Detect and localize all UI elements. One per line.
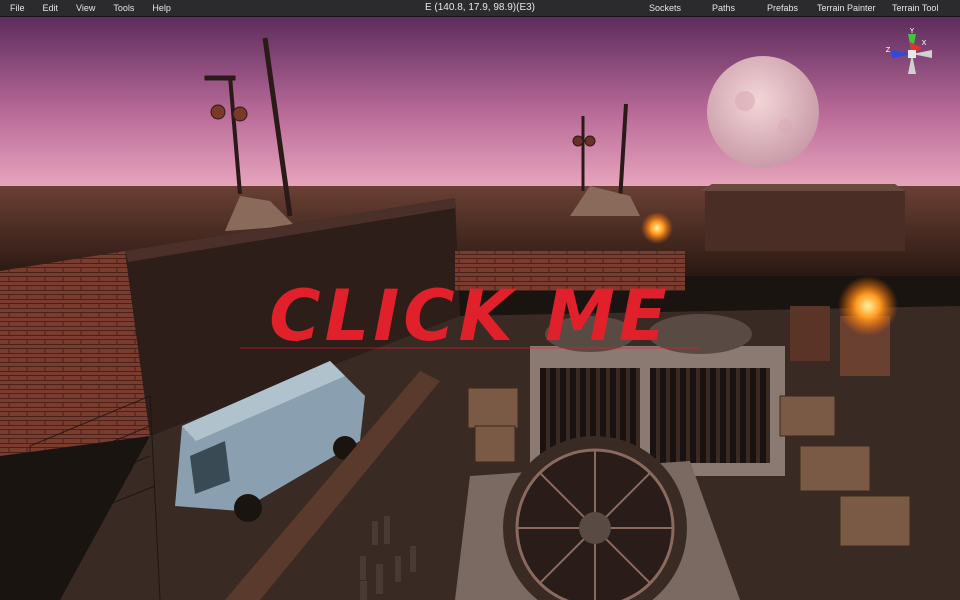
menu-view[interactable]: View [76,0,95,16]
brick-wall-left [0,251,150,456]
menu-bar: File Edit View Tools Help E (140.8, 17.9… [0,0,960,17]
moon [707,56,819,168]
gizmo-x-label: X [922,39,927,47]
click-me-label: CLICK ME [269,278,670,354]
menu-edit[interactable]: Edit [43,0,59,16]
menu-terrain-tool[interactable]: Terrain Tool [892,0,938,16]
fire-barrel-right [838,276,898,336]
fire-barrel-back [641,212,673,244]
menu-terrain-painter[interactable]: Terrain Painter [817,0,876,16]
menu-prefabs[interactable]: Prefabs [767,0,798,16]
menu-file[interactable]: File [10,0,25,16]
building-far [705,191,905,251]
menu-paths[interactable]: Paths [712,0,735,16]
gizmo-z-label: Z [886,46,891,54]
main-menu: File Edit View Tools Help [10,0,189,16]
menu-help[interactable]: Help [152,0,171,16]
menu-tools[interactable]: Tools [113,0,134,16]
gizmo-y-label: Y [909,27,915,35]
orientation-gizmo[interactable]: Y X Z [884,26,940,82]
click-me-button[interactable]: CLICK ME [240,278,700,354]
menu-sockets[interactable]: Sockets [649,0,681,16]
